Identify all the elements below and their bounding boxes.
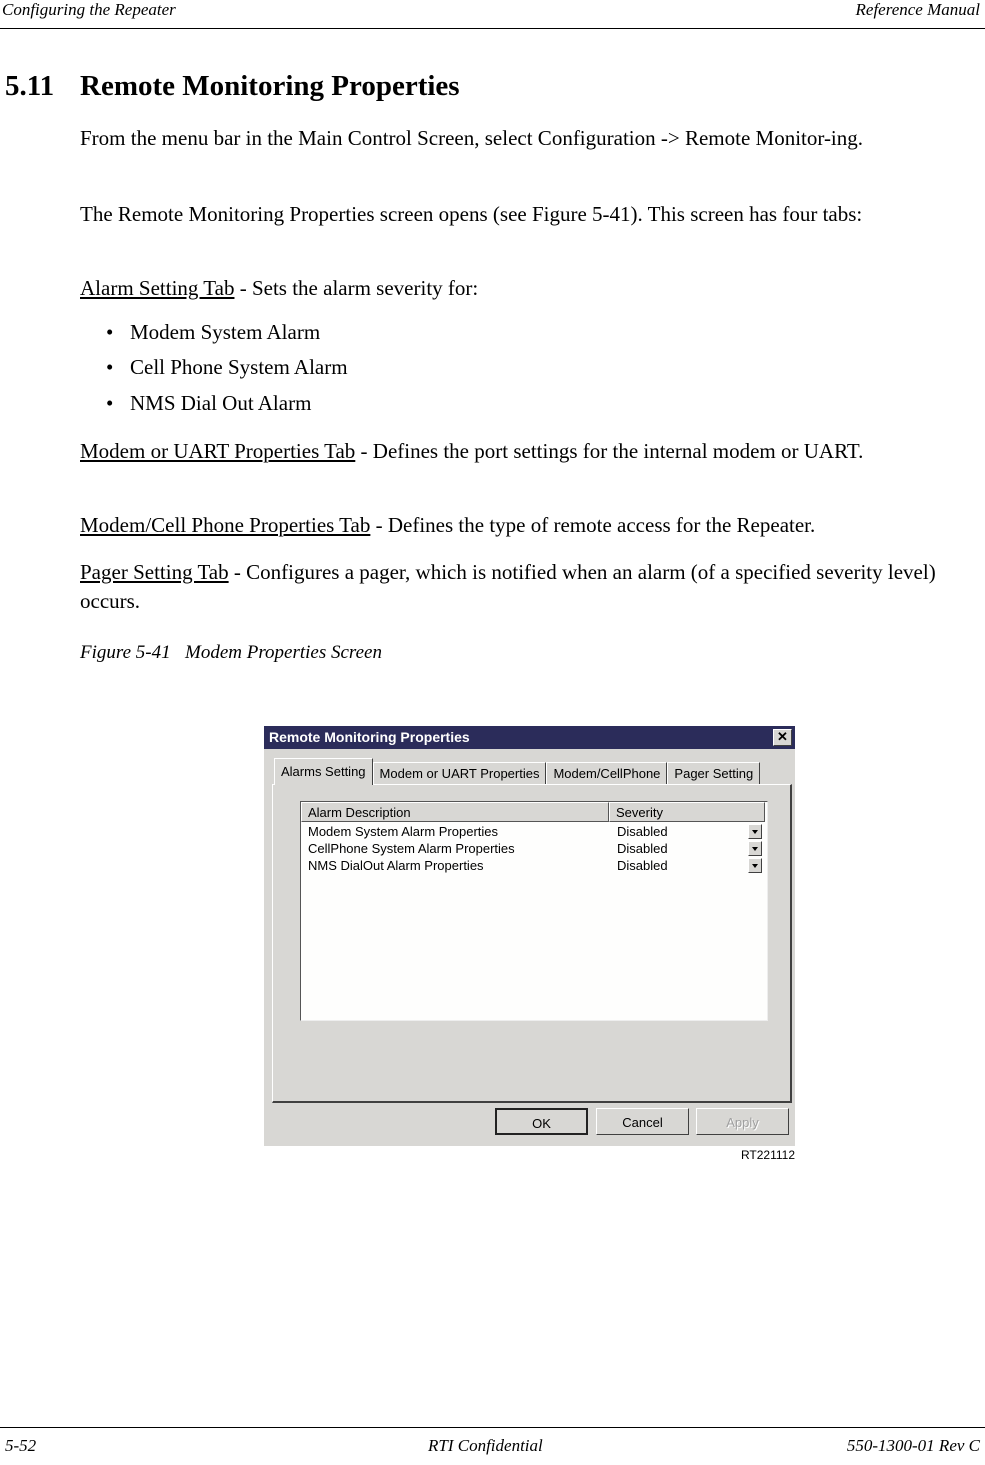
alarm-description: Modem System Alarm Properties [308,824,499,839]
paragraph-intro: From the menu bar in the Main Control Sc… [80,126,864,150]
section-heading: 5.11 Remote Monitoring Properties [5,70,460,103]
running-header-left: Configuring the Repeater [2,0,176,19]
table-row[interactable]: CellPhone System Alarm Properties Disabl… [301,840,767,857]
chevron-down-icon[interactable] [748,824,762,839]
alarm-setting-tab-link[interactable]: Alarm Setting Tab [80,276,234,300]
bullet-item: • Cell Phone System Alarm [106,355,348,379]
paragraph-modem-tab: Modem or UART Properties Tab - Defines t… [80,439,864,463]
footer-rule [0,1427,985,1428]
close-button[interactable]: ✕ [773,729,792,746]
tab-strip: Alarms Setting Modem or UART Properties … [274,758,761,785]
tab-alarms-setting[interactable]: Alarms Setting [274,758,373,785]
table-row[interactable]: Modem System Alarm Properties Disabled [301,823,767,840]
dialog-title: Remote Monitoring Properties [269,729,470,745]
dialog-titlebar[interactable]: Remote Monitoring Properties ✕ [264,726,795,749]
cancel-button[interactable]: Cancel [596,1108,689,1135]
section-number: 5.11 [5,70,55,102]
severity-value[interactable]: Disabled [617,857,668,874]
section-title: Remote Monitoring Properties [80,70,460,102]
alarm-description: NMS DialOut Alarm Properties [308,858,484,873]
bullet-item: • Modem System Alarm [106,320,321,344]
modem-cellphone-tab-link[interactable]: Modem/Cell Phone Properties Tab [80,513,370,537]
pager-setting-tab-link[interactable]: Pager Setting Tab [80,560,229,584]
apply-button[interactable]: Apply [696,1108,789,1135]
chevron-down-icon[interactable] [748,858,762,873]
alarm-list: Alarm Description Severity Modem System … [300,801,768,1021]
tab-pager-setting[interactable]: Pager Setting [667,762,761,785]
chevron-down-icon[interactable] [748,841,762,856]
column-header-severity[interactable]: Severity [609,802,765,822]
paragraph-alarm-tab: Alarm Setting Tab - Sets the alarm sever… [80,276,479,300]
figure-title: Modem Properties Screen [185,642,382,663]
modem-uart-tab-link[interactable]: Modem or UART Properties Tab [80,439,355,463]
close-icon: ✕ [777,729,788,744]
severity-value[interactable]: Disabled [617,823,668,840]
paragraph-cell-tab: Modem/Cell Phone Properties Tab - Define… [80,513,816,537]
running-header-right: Reference Manual [855,0,980,19]
figure-number: Figure 5-41 [80,642,171,663]
bullet-item: • NMS Dial Out Alarm [106,391,312,415]
remote-monitoring-dialog: Remote Monitoring Properties ✕ Alarms Se… [264,726,795,1146]
page-number: 5-52 [5,1436,37,1455]
confidentiality-notice: RTI Confidential [428,1436,543,1455]
figure-id: RT221112 [740,1148,795,1162]
tab-modem-cellphone[interactable]: Modem/CellPhone [546,762,668,785]
ok-button[interactable]: OK [495,1108,588,1135]
document-number: 550-1300-01 Rev C [846,1436,980,1455]
paragraph-tabs: The Remote Monitoring Properties screen … [80,202,863,226]
header-rule [0,28,985,29]
paragraph-pager-tab: Pager Setting Tab - Configures a pager, … [80,560,936,613]
tab-modem-uart-properties[interactable]: Modem or UART Properties [372,762,547,785]
figure-caption: Figure 5-41 Modem Properties Screen [80,642,382,664]
column-header-alarm-description[interactable]: Alarm Description [301,802,609,822]
table-row[interactable]: NMS DialOut Alarm Properties Disabled [301,857,767,874]
severity-value[interactable]: Disabled [617,840,668,857]
alarm-description: CellPhone System Alarm Properties [308,841,515,856]
